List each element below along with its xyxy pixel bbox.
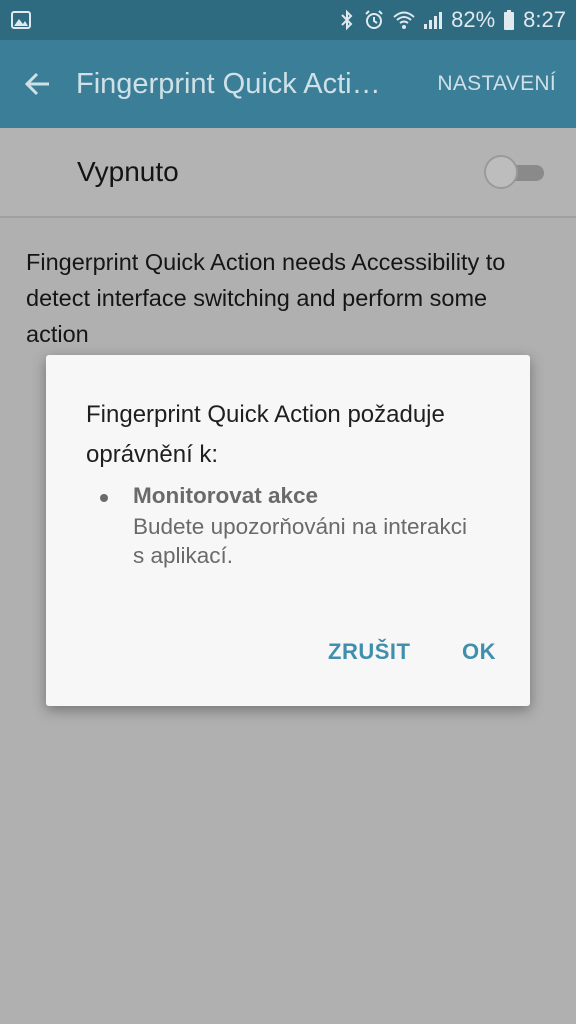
master-switch-row[interactable]: Vypnuto [0,128,576,218]
image-notification-icon [10,9,32,31]
accessibility-description: Fingerprint Quick Action needs Accessibi… [26,249,506,347]
battery-icon [503,9,515,31]
app-bar: Fingerprint Quick Acti… NASTAVENÍ [0,40,576,128]
arrow-left-icon [24,70,52,98]
toggle-switch[interactable] [484,155,544,189]
clock: 8:27 [523,7,566,32]
cancel-button[interactable]: ZRUŠIT [328,639,410,665]
permission-name: Monitorovat akce [133,483,319,508]
battery-percent: 82% [451,7,496,32]
permission-dialog: Fingerprint Quick Action požaduje oprávn… [46,355,530,706]
ok-button[interactable]: OK [462,639,496,665]
settings-button[interactable]: NASTAVENÍ [437,72,576,96]
signal-icon [423,10,443,30]
permission-description: Budete upozorňováni na interakci s aplik… [133,514,467,568]
status-bar: 82% 8:27 [0,0,576,40]
switch-thumb [484,155,518,189]
app-title: Fingerprint Quick Acti… [76,67,381,100]
back-button[interactable] [0,40,76,128]
switch-label: Vypnuto [77,156,179,187]
wifi-icon [393,10,415,30]
dialog-title: Fingerprint Quick Action požaduje oprávn… [86,401,445,468]
bluetooth-icon [339,8,355,32]
alarm-icon [363,9,385,31]
bullet-icon [100,494,108,502]
